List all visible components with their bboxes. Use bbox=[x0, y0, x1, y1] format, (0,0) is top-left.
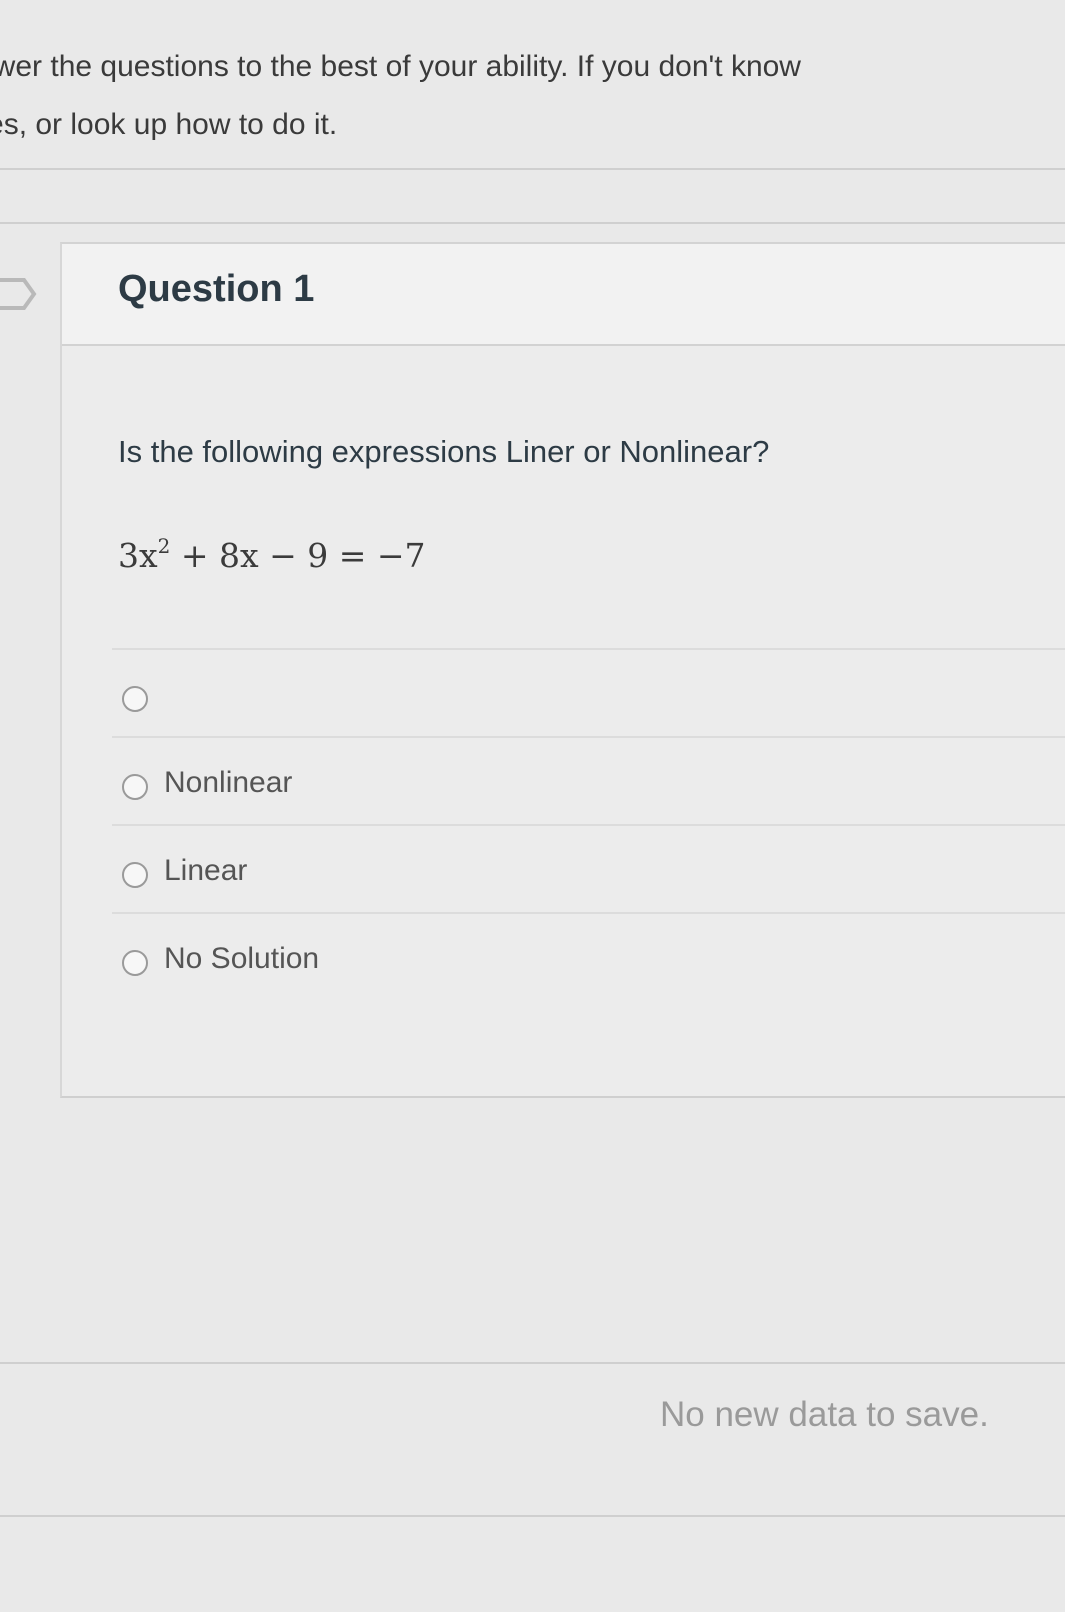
answer-option-nonlinear[interactable]: Nonlinear bbox=[112, 736, 1065, 824]
question-card: Question 1 Is the following expressions … bbox=[60, 242, 1065, 1098]
equation: 3x2 + 8x − 9 = −7 bbox=[118, 534, 425, 575]
answer-option-no-solution[interactable]: No Solution bbox=[112, 912, 1065, 1000]
save-status-message: No new data to save. bbox=[660, 1395, 989, 1434]
equation-part-1: 3x bbox=[118, 536, 158, 575]
answer-label: No Solution bbox=[164, 942, 320, 975]
equation-exponent: 2 bbox=[157, 534, 171, 558]
instructions-line-1: nswer the questions to the best of your … bbox=[0, 50, 801, 83]
answer-label: Linear bbox=[164, 854, 248, 887]
radio-button[interactable] bbox=[122, 686, 148, 712]
instructions-line-2: otes, or look up how to do it. bbox=[0, 108, 338, 141]
question-header: Question 1 bbox=[62, 244, 1065, 346]
footer-divider-bottom bbox=[0, 1515, 1065, 1517]
footer-divider-top bbox=[0, 1362, 1065, 1364]
radio-button[interactable] bbox=[122, 774, 148, 800]
section-divider bbox=[0, 222, 1065, 224]
instructions-divider bbox=[0, 168, 1065, 170]
quiz-instructions: nswer the questions to the best of your … bbox=[0, 38, 1065, 154]
answer-label: Nonlinear bbox=[164, 766, 293, 799]
question-text: Is the following expressions Liner or No… bbox=[118, 434, 770, 469]
answer-option-blank[interactable] bbox=[112, 648, 1065, 736]
answer-option-linear[interactable]: Linear bbox=[112, 824, 1065, 912]
radio-button[interactable] bbox=[122, 862, 148, 888]
radio-button[interactable] bbox=[122, 950, 148, 976]
equation-part-2: + 8x − 9 = −7 bbox=[170, 536, 426, 575]
question-title: Question 1 bbox=[118, 268, 315, 310]
flag-question-icon[interactable] bbox=[0, 276, 38, 312]
